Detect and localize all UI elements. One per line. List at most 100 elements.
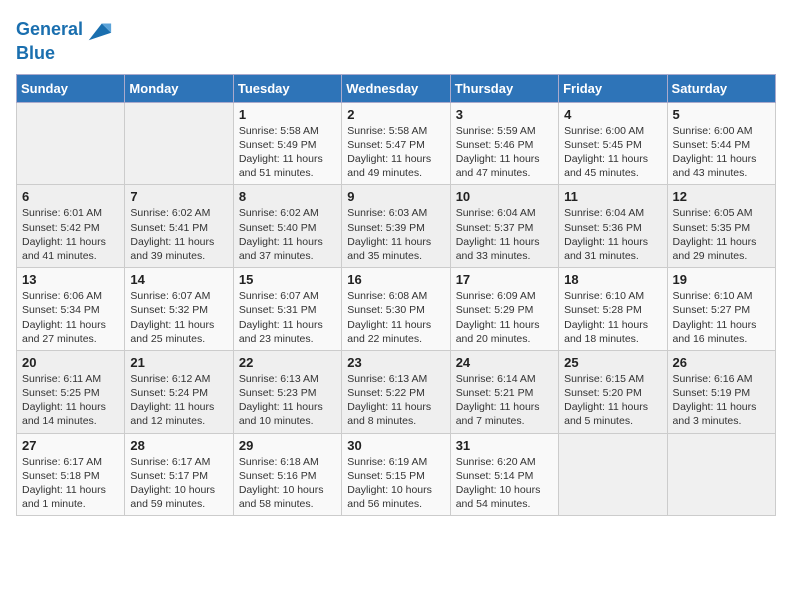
cell-day-number: 17 <box>456 272 553 287</box>
cell-day-number: 12 <box>673 189 770 204</box>
calendar-cell: 10 Sunrise: 6:04 AM Sunset: 5:37 PM Dayli… <box>450 185 558 268</box>
cell-info: Sunrise: 6:06 AM Sunset: 5:34 PM Dayligh… <box>22 289 119 346</box>
calendar-cell: 7 Sunrise: 6:02 AM Sunset: 5:41 PM Daylig… <box>125 185 233 268</box>
calendar-cell: 18 Sunrise: 6:10 AM Sunset: 5:28 PM Dayli… <box>559 268 667 351</box>
cell-info: Sunrise: 6:19 AM Sunset: 5:15 PM Dayligh… <box>347 455 444 512</box>
cell-info: Sunrise: 6:01 AM Sunset: 5:42 PM Dayligh… <box>22 206 119 263</box>
cell-info: Sunrise: 6:12 AM Sunset: 5:24 PM Dayligh… <box>130 372 227 429</box>
cell-info: Sunrise: 6:04 AM Sunset: 5:36 PM Dayligh… <box>564 206 661 263</box>
cell-day-number: 7 <box>130 189 227 204</box>
cell-day-number: 15 <box>239 272 336 287</box>
cell-day-number: 11 <box>564 189 661 204</box>
cell-day-number: 4 <box>564 107 661 122</box>
page-header: General Blue <box>16 16 776 64</box>
cell-info: Sunrise: 6:05 AM Sunset: 5:35 PM Dayligh… <box>673 206 770 263</box>
cell-info: Sunrise: 6:10 AM Sunset: 5:28 PM Dayligh… <box>564 289 661 346</box>
cell-day-number: 13 <box>22 272 119 287</box>
calendar-cell: 22 Sunrise: 6:13 AM Sunset: 5:23 PM Dayli… <box>233 350 341 433</box>
cell-day-number: 2 <box>347 107 444 122</box>
logo-icon <box>85 16 113 44</box>
cell-day-number: 31 <box>456 438 553 453</box>
cell-info: Sunrise: 6:11 AM Sunset: 5:25 PM Dayligh… <box>22 372 119 429</box>
cell-info: Sunrise: 6:10 AM Sunset: 5:27 PM Dayligh… <box>673 289 770 346</box>
calendar-cell: 2 Sunrise: 5:58 AM Sunset: 5:47 PM Daylig… <box>342 102 450 185</box>
weekday-header: Saturday <box>667 74 775 102</box>
cell-info: Sunrise: 6:16 AM Sunset: 5:19 PM Dayligh… <box>673 372 770 429</box>
calendar-cell: 20 Sunrise: 6:11 AM Sunset: 5:25 PM Dayli… <box>17 350 125 433</box>
calendar-body: 1 Sunrise: 5:58 AM Sunset: 5:49 PM Daylig… <box>17 102 776 515</box>
cell-day-number: 19 <box>673 272 770 287</box>
calendar-cell <box>559 433 667 516</box>
cell-info: Sunrise: 6:04 AM Sunset: 5:37 PM Dayligh… <box>456 206 553 263</box>
weekday-header: Wednesday <box>342 74 450 102</box>
calendar-table: SundayMondayTuesdayWednesdayThursdayFrid… <box>16 74 776 516</box>
cell-info: Sunrise: 5:59 AM Sunset: 5:46 PM Dayligh… <box>456 124 553 181</box>
calendar-cell: 8 Sunrise: 6:02 AM Sunset: 5:40 PM Daylig… <box>233 185 341 268</box>
calendar-cell: 29 Sunrise: 6:18 AM Sunset: 5:16 PM Dayli… <box>233 433 341 516</box>
cell-info: Sunrise: 6:00 AM Sunset: 5:45 PM Dayligh… <box>564 124 661 181</box>
logo-blue-text: Blue <box>16 44 113 64</box>
cell-day-number: 29 <box>239 438 336 453</box>
calendar-cell: 27 Sunrise: 6:17 AM Sunset: 5:18 PM Dayli… <box>17 433 125 516</box>
cell-day-number: 10 <box>456 189 553 204</box>
cell-day-number: 16 <box>347 272 444 287</box>
cell-day-number: 23 <box>347 355 444 370</box>
calendar-header: SundayMondayTuesdayWednesdayThursdayFrid… <box>17 74 776 102</box>
weekday-header: Monday <box>125 74 233 102</box>
cell-info: Sunrise: 6:14 AM Sunset: 5:21 PM Dayligh… <box>456 372 553 429</box>
cell-info: Sunrise: 6:00 AM Sunset: 5:44 PM Dayligh… <box>673 124 770 181</box>
cell-day-number: 3 <box>456 107 553 122</box>
calendar-cell: 21Sunrise: 6:12 AM Sunset: 5:24 PM Dayli… <box>125 350 233 433</box>
cell-day-number: 24 <box>456 355 553 370</box>
calendar-cell: 13 Sunrise: 6:06 AM Sunset: 5:34 PM Dayli… <box>17 268 125 351</box>
calendar-cell <box>17 102 125 185</box>
cell-day-number: 1 <box>239 107 336 122</box>
cell-day-number: 25 <box>564 355 661 370</box>
cell-info: Sunrise: 6:13 AM Sunset: 5:22 PM Dayligh… <box>347 372 444 429</box>
cell-info: Sunrise: 6:18 AM Sunset: 5:16 PM Dayligh… <box>239 455 336 512</box>
calendar-cell: 4 Sunrise: 6:00 AM Sunset: 5:45 PM Daylig… <box>559 102 667 185</box>
cell-info: Sunrise: 6:13 AM Sunset: 5:23 PM Dayligh… <box>239 372 336 429</box>
cell-info: Sunrise: 6:02 AM Sunset: 5:41 PM Dayligh… <box>130 206 227 263</box>
calendar-cell: 1 Sunrise: 5:58 AM Sunset: 5:49 PM Daylig… <box>233 102 341 185</box>
calendar-cell: 28Sunrise: 6:17 AM Sunset: 5:17 PM Dayli… <box>125 433 233 516</box>
cell-info: Sunrise: 6:07 AM Sunset: 5:32 PM Dayligh… <box>130 289 227 346</box>
logo: General Blue <box>16 16 113 64</box>
weekday-header: Tuesday <box>233 74 341 102</box>
cell-day-number: 18 <box>564 272 661 287</box>
cell-day-number: 27 <box>22 438 119 453</box>
calendar-cell: 23 Sunrise: 6:13 AM Sunset: 5:22 PM Dayli… <box>342 350 450 433</box>
calendar-cell <box>125 102 233 185</box>
cell-day-number: 20 <box>22 355 119 370</box>
cell-day-number: 26 <box>673 355 770 370</box>
calendar-cell: 14Sunrise: 6:07 AM Sunset: 5:32 PM Dayli… <box>125 268 233 351</box>
cell-day-number: 8 <box>239 189 336 204</box>
cell-info: Sunrise: 5:58 AM Sunset: 5:49 PM Dayligh… <box>239 124 336 181</box>
calendar-cell: 17 Sunrise: 6:09 AM Sunset: 5:29 PM Dayli… <box>450 268 558 351</box>
calendar-cell: 3 Sunrise: 5:59 AM Sunset: 5:46 PM Daylig… <box>450 102 558 185</box>
cell-day-number: 9 <box>347 189 444 204</box>
logo-text: General <box>16 20 83 40</box>
cell-info: Sunrise: 6:07 AM Sunset: 5:31 PM Dayligh… <box>239 289 336 346</box>
calendar-cell: 11 Sunrise: 6:04 AM Sunset: 5:36 PM Dayli… <box>559 185 667 268</box>
calendar-cell: 6Sunrise: 6:01 AM Sunset: 5:42 PM Daylig… <box>17 185 125 268</box>
calendar-cell: 15 Sunrise: 6:07 AM Sunset: 5:31 PM Dayli… <box>233 268 341 351</box>
calendar-cell: 16Sunrise: 6:08 AM Sunset: 5:30 PM Dayli… <box>342 268 450 351</box>
cell-info: Sunrise: 5:58 AM Sunset: 5:47 PM Dayligh… <box>347 124 444 181</box>
weekday-header: Thursday <box>450 74 558 102</box>
calendar-cell <box>667 433 775 516</box>
calendar-cell: 30Sunrise: 6:19 AM Sunset: 5:15 PM Dayli… <box>342 433 450 516</box>
calendar-cell: 31Sunrise: 6:20 AM Sunset: 5:14 PM Dayli… <box>450 433 558 516</box>
calendar-cell: 12 Sunrise: 6:05 AM Sunset: 5:35 PM Dayli… <box>667 185 775 268</box>
cell-info: Sunrise: 6:09 AM Sunset: 5:29 PM Dayligh… <box>456 289 553 346</box>
calendar-cell: 9Sunrise: 6:03 AM Sunset: 5:39 PM Daylig… <box>342 185 450 268</box>
calendar-cell: 24 Sunrise: 6:14 AM Sunset: 5:21 PM Dayli… <box>450 350 558 433</box>
cell-info: Sunrise: 6:02 AM Sunset: 5:40 PM Dayligh… <box>239 206 336 263</box>
weekday-header: Friday <box>559 74 667 102</box>
cell-day-number: 22 <box>239 355 336 370</box>
calendar-cell: 26 Sunrise: 6:16 AM Sunset: 5:19 PM Dayli… <box>667 350 775 433</box>
cell-info: Sunrise: 6:17 AM Sunset: 5:18 PM Dayligh… <box>22 455 119 512</box>
calendar-cell: 5Sunrise: 6:00 AM Sunset: 5:44 PM Daylig… <box>667 102 775 185</box>
weekday-header: Sunday <box>17 74 125 102</box>
calendar-cell: 25Sunrise: 6:15 AM Sunset: 5:20 PM Dayli… <box>559 350 667 433</box>
